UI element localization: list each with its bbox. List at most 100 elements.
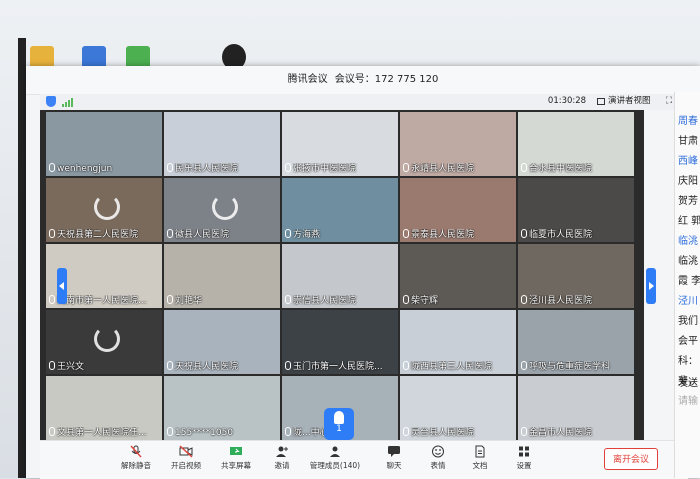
participant-video-tile[interactable]: 天祝县第二人民医院	[46, 178, 162, 242]
video-label: 开启视频	[171, 461, 201, 470]
send-label[interactable]: 发送	[678, 374, 698, 389]
participant-video-tile[interactable]: 永靖县人民医院	[400, 112, 516, 176]
chat-message-fragment: 甘肃	[678, 136, 698, 147]
invite-label: 邀请	[274, 461, 290, 470]
documents-label: 文档	[472, 461, 488, 470]
video-camera-off-icon	[179, 445, 193, 458]
microphone-icon	[285, 361, 291, 370]
screen-edge	[18, 38, 26, 478]
speaker-view-button[interactable]: 演讲者视图	[596, 95, 651, 108]
participant-video-tile[interactable]: 155****1050	[164, 376, 280, 440]
participant-name-caption: 刘艳华	[164, 295, 280, 308]
participant-name: 崇信县人民医院	[293, 296, 357, 306]
chat-message-fragment: 霞 李	[678, 276, 700, 287]
chat-message-fragment: 庆阳	[678, 176, 698, 187]
reactions-label: 表情	[430, 461, 446, 470]
participant-video-tile[interactable]: 灵台县人民医院	[400, 376, 516, 440]
title-bar: 腾讯会议 会议号：172 775 120	[26, 66, 700, 95]
participant-video-tile[interactable]: 徽县人民医院	[164, 178, 280, 242]
raise-hand-count: 1	[336, 424, 342, 434]
documents-button[interactable]: 文档	[460, 445, 500, 471]
participant-video-tile[interactable]: 张掖市中医医院	[282, 112, 398, 176]
loading-spinner-icon	[94, 325, 120, 352]
manage-members-button[interactable]: 管理成员(140)	[308, 445, 362, 471]
participant-video-tile[interactable]: 金昌市人民医院	[518, 376, 634, 440]
fullscreen-icon[interactable]: ⛶	[664, 96, 674, 106]
participant-video-tile[interactable]: 玉门市第一人民医院...	[282, 310, 398, 374]
reactions-button[interactable]: 表情	[418, 445, 458, 471]
share-screen-button[interactable]: 共享屏幕	[216, 445, 256, 471]
chat-message-fragment: 临洮	[678, 236, 698, 247]
participant-name-caption: 呼吸与危重症医学科	[518, 361, 634, 374]
participant-video-tile[interactable]: 临夏市人民医院	[518, 178, 634, 242]
leave-meeting-button[interactable]: 离开会议	[604, 448, 658, 470]
chat-message-fragment: 科：	[678, 356, 698, 367]
participant-video-tile[interactable]: 陇西县第三人民医院	[400, 310, 516, 374]
participant-name-caption: 徽县人民医院	[164, 229, 280, 242]
participant-video-tile[interactable]: 刘艳华	[164, 244, 280, 308]
participant-name: 永靖县人民医院	[411, 164, 475, 174]
invite-button[interactable]: 邀请	[262, 445, 302, 471]
chat-label: 聊天	[386, 461, 402, 470]
participant-name: 民乐县人民医院	[175, 164, 239, 174]
settings-button[interactable]: 设置	[504, 445, 544, 471]
microphone-icon	[521, 295, 527, 304]
microphone-icon	[167, 163, 173, 172]
participant-video-tile[interactable]: 方海燕	[282, 178, 398, 242]
chat-message-fragment: 会平	[678, 336, 698, 347]
participant-name: 金昌市人民医院	[529, 428, 593, 438]
chat-message-fragment: 周春	[678, 116, 698, 127]
video-grid: wenhengjun 民乐县人民医院 张掖市中医医院 永靖县人民医院 合水县中医医院天祝…	[40, 110, 644, 440]
participant-video-tile[interactable]: 景泰县人民医院	[400, 178, 516, 242]
participant-video-tile[interactable]: 呼吸与危重症医学科	[518, 310, 634, 374]
participant-name: 刘艳华	[175, 296, 203, 306]
participant-video-tile[interactable]: 王兴文	[46, 310, 162, 374]
meeting-window: 腾讯会议 会议号：172 775 120 01:30:28 演讲者视图 ⛶ we…	[26, 66, 700, 479]
participant-video-tile[interactable]: 民乐县人民医院	[164, 112, 280, 176]
microphone-icon	[167, 229, 173, 238]
participant-name-caption: 陇西县第三人民医院	[400, 361, 516, 374]
smiley-icon	[432, 445, 444, 458]
chat-message-fragment: 泾川	[678, 296, 698, 307]
chat-bubble-icon	[388, 446, 400, 457]
participant-name-caption: 泾川县人民医院	[518, 295, 634, 308]
participant-name: wenhengjun	[57, 164, 113, 174]
chat-side-panel: 周春 甘肃 西峰 庆阳 贺芳红 郭临洮 临洮霞 李泾川 我们 会平 科： 斐， 发送 请输	[674, 92, 700, 478]
participant-video-tile[interactable]: 柴守辉	[400, 244, 516, 308]
participant-video-tile[interactable]: 崇信县人民医院	[282, 244, 398, 308]
participant-name-caption: 张掖市中医医院	[282, 163, 398, 176]
microphone-icon	[403, 295, 409, 304]
signal-strength-icon[interactable]	[62, 98, 74, 107]
raise-hand-indicator[interactable]: 1	[324, 408, 354, 440]
participant-name: 陇西县第三人民医院	[411, 362, 493, 372]
participant-video-tile[interactable]: 泾川县人民医院	[518, 244, 634, 308]
participant-name: 泾川县人民医院	[529, 296, 593, 306]
participant-name-caption: 155****1050	[164, 427, 280, 440]
participant-video-tile[interactable]: 合水县中医医院	[518, 112, 634, 176]
participant-name-caption: 柴守辉	[400, 295, 516, 308]
start-video-button[interactable]: 开启视频	[166, 445, 206, 471]
participant-video-tile[interactable]: 天祝县人民医院	[164, 310, 280, 374]
participant-name-caption: 文县第一人民医院任...	[46, 427, 162, 440]
participant-video-tile[interactable]: 文县第一人民医院任...	[46, 376, 162, 440]
app-name: 腾讯会议	[287, 74, 328, 85]
chat-message-fragment: 红 郭	[678, 216, 700, 227]
share-label: 共享屏幕	[221, 461, 251, 470]
participant-name-caption: 临夏市人民医院	[518, 229, 634, 242]
participant-name: 155****1050	[175, 428, 234, 438]
previous-page-arrow-icon[interactable]	[57, 268, 67, 304]
participant-name: 天祝县人民医院	[175, 362, 239, 372]
chat-input-placeholder[interactable]: 请输	[678, 392, 698, 407]
unmute-button[interactable]: 解除静音	[116, 445, 156, 471]
participant-name-caption: wenhengjun	[46, 163, 162, 176]
window-title: 腾讯会议 会议号：172 775 120	[26, 66, 700, 94]
participant-name-caption: 金昌市人民医院	[518, 427, 634, 440]
meeting-timer: 01:30:28	[547, 96, 587, 106]
participant-video-tile[interactable]: wenhengjun	[46, 112, 162, 176]
settings-grid-icon	[519, 446, 529, 457]
microphone-icon	[49, 295, 55, 304]
chat-button[interactable]: 聊天	[374, 445, 414, 471]
next-page-arrow-icon[interactable]	[646, 268, 656, 304]
participant-name-caption: 王兴文	[46, 361, 162, 374]
security-shield-icon[interactable]	[46, 96, 56, 107]
